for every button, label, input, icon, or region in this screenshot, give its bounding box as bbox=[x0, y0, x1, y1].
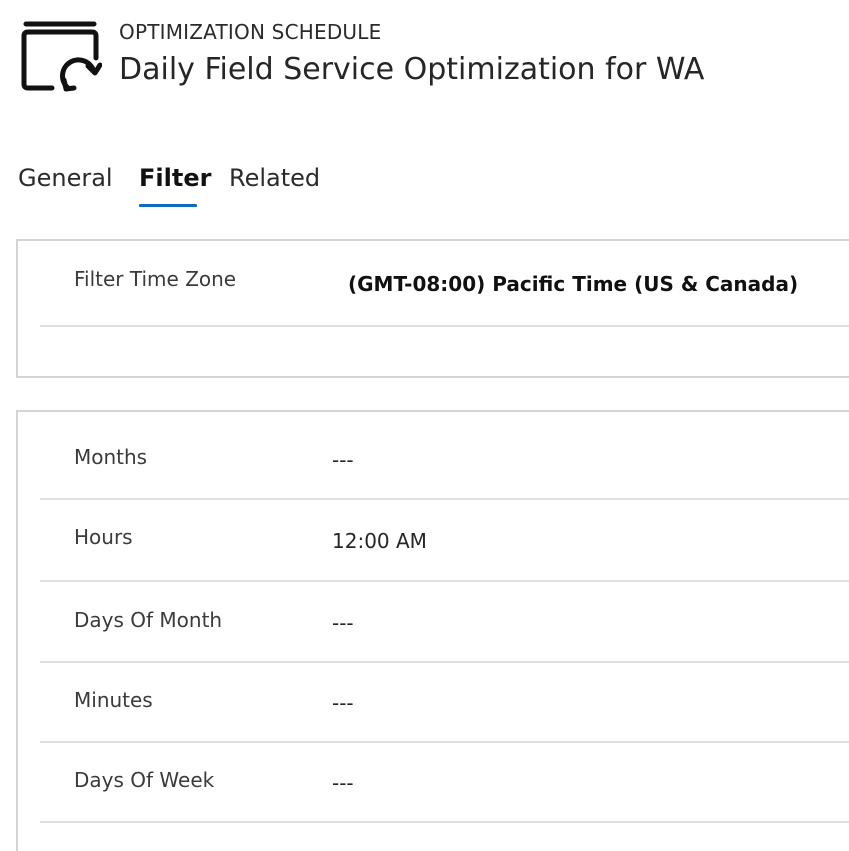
field-value-days-of-month[interactable]: --- bbox=[332, 611, 354, 635]
filter-timezone-section: Filter Time Zone (GMT-08:00) Pacific Tim… bbox=[16, 239, 849, 378]
tab-filter[interactable]: Filter bbox=[139, 164, 211, 192]
field-row-days-of-month: Days Of Month --- bbox=[40, 582, 849, 663]
field-value-minutes[interactable]: --- bbox=[332, 691, 354, 715]
field-label-minutes: Minutes bbox=[74, 688, 153, 712]
schedule-refresh-icon bbox=[21, 21, 102, 92]
field-value-days-of-week[interactable]: --- bbox=[332, 771, 354, 795]
field-label-months: Months bbox=[74, 445, 148, 469]
schedule-fields-section: Months --- Hours 12:00 AM Days Of Month … bbox=[16, 410, 849, 851]
field-label-days-of-week: Days Of Week bbox=[74, 768, 215, 792]
field-row-minutes: Minutes --- bbox=[40, 663, 849, 743]
field-value-hours[interactable]: 12:00 AM bbox=[332, 529, 427, 553]
field-label-hours: Hours bbox=[74, 525, 133, 549]
field-row-hours: Hours 12:00 AM bbox=[40, 500, 849, 582]
entity-type-label: OPTIMIZATION SCHEDULE bbox=[119, 20, 382, 44]
field-label-filter-time-zone: Filter Time Zone bbox=[74, 267, 237, 291]
tab-general[interactable]: General bbox=[18, 164, 113, 192]
tab-related[interactable]: Related bbox=[229, 164, 320, 192]
field-value-filter-time-zone[interactable]: (GMT-08:00) Pacific Time (US & Canada) bbox=[348, 272, 798, 296]
field-row-days-of-week: Days Of Week --- bbox=[40, 743, 849, 823]
field-value-months[interactable]: --- bbox=[332, 448, 354, 472]
record-form: OPTIMIZATION SCHEDULE Daily Field Servic… bbox=[0, 0, 849, 851]
active-tab-indicator bbox=[139, 204, 197, 207]
field-row-months: Months --- bbox=[40, 412, 849, 500]
field-label-days-of-month: Days Of Month bbox=[74, 608, 223, 632]
page-title: Daily Field Service Optimization for WA bbox=[119, 52, 705, 87]
field-row-filter-time-zone: Filter Time Zone (GMT-08:00) Pacific Tim… bbox=[40, 241, 849, 327]
